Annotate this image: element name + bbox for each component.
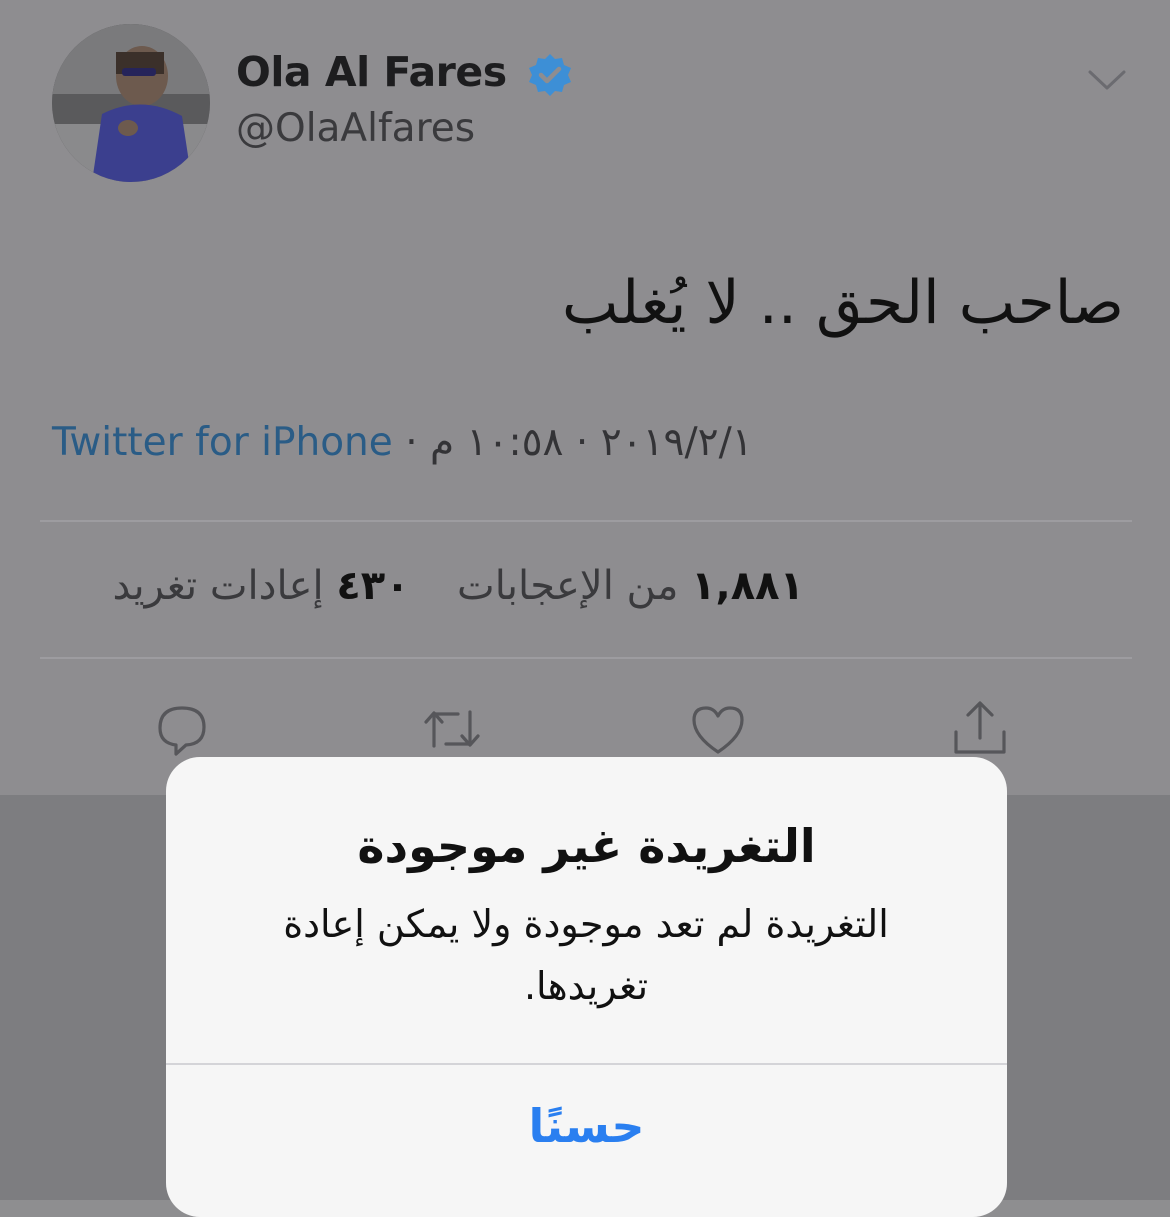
likes-label: من الإعجابات <box>457 563 679 609</box>
retweets-label: إعادات تغريد <box>112 563 324 609</box>
tweet-date: ٢٠١٩/٢/١ <box>600 420 753 465</box>
tweet-stats: ١,٨٨١ من الإعجابات ٤٣٠ إعادات تغريد <box>113 563 804 609</box>
alert-title: التغريدة غير موجودة <box>357 819 816 873</box>
share-icon[interactable] <box>948 698 1012 760</box>
alert-message: التغريدة لم تعد موجودة ولا يمكن إعادة تغ… <box>283 902 889 1008</box>
chevron-down-icon[interactable] <box>1086 66 1128 96</box>
tweet-screen: Ola Al Fares @OlaAlfares صاحب الحق .. لا… <box>0 0 1170 1217</box>
tweet-meta: Twitter for iPhone · ٢٠١٩/٢/١ · ١٠:٥٨ م <box>52 420 753 465</box>
heart-icon[interactable] <box>686 698 750 760</box>
tweet-text: صاحب الحق .. لا يُغلب <box>561 268 1124 338</box>
alert-dialog: التغريدة غير موجودة التغريدة لم تعد موجو… <box>166 757 1007 1217</box>
reply-icon[interactable] <box>150 698 214 760</box>
meta-separator: · <box>575 420 589 465</box>
retweets-count: ٤٣٠ <box>336 563 410 609</box>
tweet-detail: Ola Al Fares @OlaAlfares صاحب الحق .. لا… <box>0 0 1170 795</box>
likes-count: ١,٨٨١ <box>691 563 804 609</box>
tweet-time: ١٠:٥٨ م <box>430 420 564 465</box>
author-name[interactable]: Ola Al Fares <box>236 48 507 96</box>
tweet-source-link[interactable]: Twitter for iPhone <box>52 420 393 465</box>
divider <box>40 520 1132 522</box>
avatar[interactable] <box>52 24 210 182</box>
meta-separator: · <box>405 420 418 465</box>
alert-ok-button[interactable]: حسنًا <box>166 1067 1007 1197</box>
author-handle[interactable]: @OlaAlfares <box>236 106 475 151</box>
retweets-stat[interactable]: ٤٣٠ إعادات تغريد <box>113 563 410 609</box>
verified-badge-icon <box>526 52 574 100</box>
alert-divider <box>166 1063 1007 1065</box>
retweet-icon[interactable] <box>420 698 484 760</box>
divider <box>40 657 1132 659</box>
likes-stat[interactable]: ١,٨٨١ من الإعجابات <box>444 563 804 609</box>
